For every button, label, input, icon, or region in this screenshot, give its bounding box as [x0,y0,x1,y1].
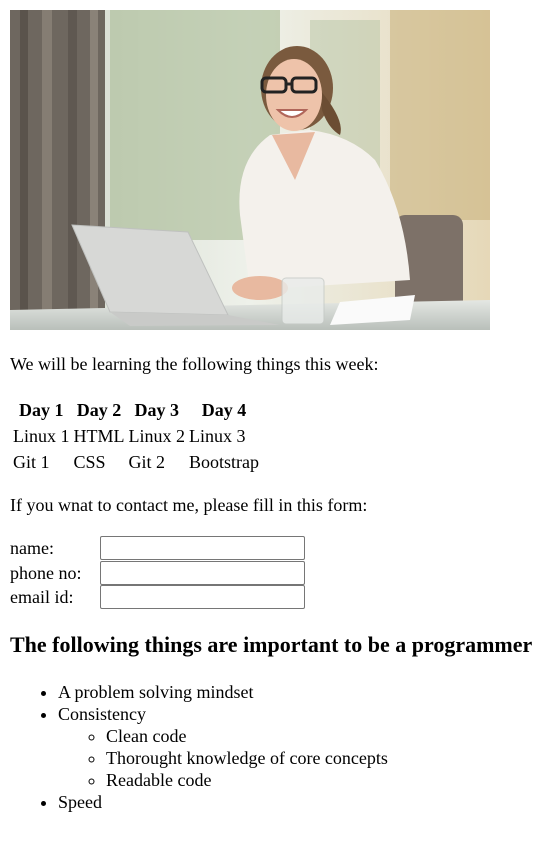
table-cell: Linux 2 [128,426,186,446]
office-photo-illustration [10,10,490,330]
table-cell: HTML [73,426,125,446]
name-field[interactable] [100,536,305,560]
important-list: A problem solving mindset Consistency Cl… [10,681,388,813]
list-item-label: Consistency [58,704,146,724]
table-cell: Git 1 [13,452,50,472]
sub-list-item: Readable code [106,769,388,791]
sub-list-item: Thorought knowledge of core concepts [106,747,388,769]
table-row: Git 1 CSS Git 2 Bootstrap [12,450,260,474]
table-cell: Git 2 [128,452,166,472]
office-photo [10,10,490,330]
table-header-cell: Day 4 [201,400,247,420]
email-row: email id: [10,585,310,609]
table-row: Linux 1 HTML Linux 2 Linux 3 [12,424,260,448]
table-cell: Bootstrap [189,452,259,472]
name-label: name: [10,538,54,558]
list-item: A problem solving mindset [58,681,388,703]
table-header-cell: Day 1 [19,400,64,420]
email-field[interactable] [100,585,305,609]
phone-label: phone no: [10,563,82,583]
phone-row: phone no: [10,561,310,585]
sub-list-item: Clean code [106,725,388,747]
schedule-table: Day 1 Day 2 Day 3 Day 4 Linux 1 HTML Lin… [10,396,262,476]
table-cell: Linux 3 [189,426,246,446]
table-cell: CSS [73,452,106,472]
sub-list: Clean code Thorought knowledge of core c… [58,725,388,791]
phone-field[interactable] [100,561,305,585]
table-header-cell: Day 2 [76,400,122,420]
contact-intro-text: If you wnat to contact me, please fill i… [10,495,368,515]
table-header-row: Day 1 Day 2 Day 3 Day 4 [12,398,260,422]
section-heading: The following things are important to be… [10,632,533,657]
name-row: name: [10,536,310,560]
intro-text: We will be learning the following things… [10,354,379,374]
table-header-cell: Day 3 [134,400,180,420]
list-item: Consistency Clean code Thorought knowled… [58,703,388,791]
table-cell: Linux 1 [13,426,70,446]
email-label: email id: [10,587,74,607]
list-item: Speed [58,791,388,813]
